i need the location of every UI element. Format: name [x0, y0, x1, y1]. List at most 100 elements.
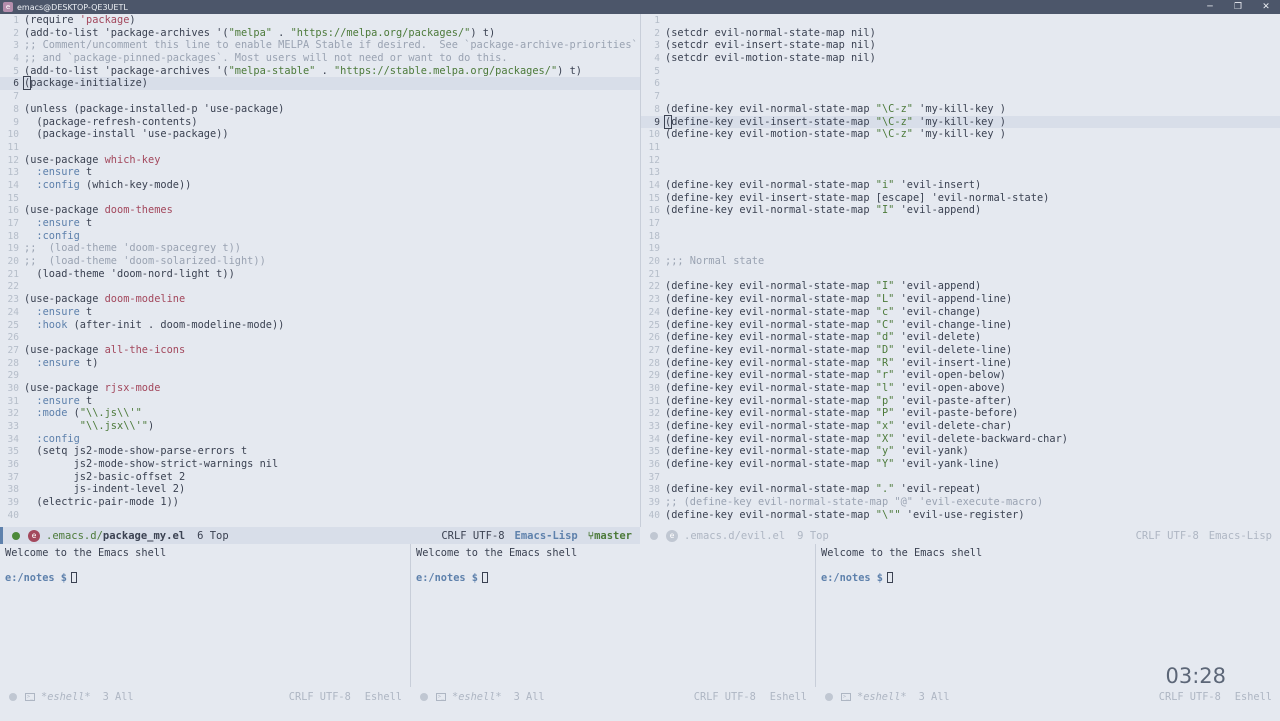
code-line[interactable]: 33 "\\.jsx\\'")	[0, 420, 640, 433]
code-line[interactable]: 15	[0, 192, 640, 205]
code-line[interactable]: 40 (define-key evil-normal-state-map "\""…	[641, 509, 1280, 522]
code-line[interactable]: 35 (define-key evil-normal-state-map "y" …	[641, 445, 1280, 458]
code-line[interactable]: 37 js2-basic-offset 2	[0, 471, 640, 484]
buffer-name[interactable]: evil.el	[741, 530, 785, 542]
encoding[interactable]: CRLF UTF-8	[1159, 691, 1221, 703]
code-line[interactable]: 23 (define-key evil-normal-state-map "L" …	[641, 293, 1280, 306]
close-icon[interactable]: ✕	[1252, 0, 1280, 14]
major-mode[interactable]: Eshell	[1235, 691, 1272, 703]
code-line[interactable]: 13	[641, 166, 1280, 179]
code-line[interactable]: 11	[0, 141, 640, 154]
code-line[interactable]: 37	[641, 471, 1280, 484]
code-line[interactable]: 2 (add-to-list 'package-archives '("melpa…	[0, 27, 640, 40]
code-line[interactable]: 26	[0, 331, 640, 344]
major-mode[interactable]: Eshell	[770, 691, 807, 703]
code-line[interactable]: 21	[641, 268, 1280, 281]
shell-prompt-line[interactable]: e:/notes $	[416, 572, 810, 585]
code-line[interactable]: 5 (add-to-list 'package-archives '("melpa…	[0, 65, 640, 78]
code-line[interactable]: 28 :ensure t)	[0, 357, 640, 370]
eshell-pane-1[interactable]: Welcome to the Emacs shell e:/notes $	[0, 544, 410, 687]
code-line[interactable]: 35 (setq js2-mode-show-parse-errors t	[0, 445, 640, 458]
code-line[interactable]: 25 (define-key evil-normal-state-map "C" …	[641, 319, 1280, 332]
code-line[interactable]: 34 (define-key evil-normal-state-map "X" …	[641, 433, 1280, 446]
code-line[interactable]: 1	[641, 14, 1280, 27]
code-line[interactable]: 4;; and `package-pinned-packages`. Most …	[0, 52, 640, 65]
code-line[interactable]: 36 (define-key evil-normal-state-map "Y" …	[641, 458, 1280, 471]
encoding[interactable]: CRLF UTF-8	[1136, 530, 1199, 542]
shell-prompt-line[interactable]: e:/notes $	[821, 572, 1275, 585]
code-line[interactable]: 15 (define-key evil-insert-state-map [esc…	[641, 192, 1280, 205]
code-line[interactable]: 24 :ensure t	[0, 306, 640, 319]
code-line[interactable]: 7	[0, 90, 640, 103]
code-line[interactable]: 40	[0, 509, 640, 522]
code-line[interactable]: 23 (use-package doom-modeline	[0, 293, 640, 306]
code-line[interactable]: 17	[641, 217, 1280, 230]
code-line[interactable]: 19;; (load-theme 'doom-spacegrey t))	[0, 242, 640, 255]
code-line[interactable]: 11	[641, 141, 1280, 154]
code-line[interactable]: 38 (define-key evil-normal-state-map "." …	[641, 483, 1280, 496]
code-line[interactable]: 18 :config	[0, 230, 640, 243]
major-mode[interactable]: Emacs-Lisp	[1209, 530, 1272, 542]
code-line[interactable]: 34 :config	[0, 433, 640, 446]
code-line[interactable]: 9 (define-key evil-insert-state-map "\C-z…	[641, 114, 1280, 129]
code-line[interactable]: 22 (define-key evil-normal-state-map "I" …	[641, 280, 1280, 293]
code-line[interactable]: 16 (use-package doom-themes	[0, 204, 640, 217]
buffer-name[interactable]: *eshell*	[41, 691, 91, 703]
code-line[interactable]: 12 (use-package which-key	[0, 154, 640, 167]
code-line[interactable]: 31 (define-key evil-normal-state-map "p" …	[641, 395, 1280, 408]
code-line[interactable]: 22	[0, 280, 640, 293]
code-line[interactable]: 24 (define-key evil-normal-state-map "c" …	[641, 306, 1280, 319]
buffer-name[interactable]: *eshell*	[452, 691, 502, 703]
code-line[interactable]: 20;;; Normal state	[641, 255, 1280, 268]
code-line[interactable]: 39;; (define-key evil-normal-state-map "…	[641, 496, 1280, 509]
code-line[interactable]: 25 :hook (after-init . doom-modeline-mod…	[0, 319, 640, 332]
eshell-pane-2[interactable]: Welcome to the Emacs shell e:/notes $	[411, 544, 815, 687]
code-line[interactable]: 6 (package-initialize)	[0, 76, 640, 91]
code-line[interactable]: 21 (load-theme 'doom-nord-light t))	[0, 268, 640, 281]
shell-prompt-line[interactable]: e:/notes $	[5, 572, 405, 585]
code-line[interactable]: 1 (require 'package)	[0, 14, 640, 27]
code-line[interactable]: 27 (use-package all-the-icons	[0, 344, 640, 357]
code-line[interactable]: 29 (define-key evil-normal-state-map "r" …	[641, 369, 1280, 382]
code-line[interactable]: 14 :config (which-key-mode))	[0, 179, 640, 192]
code-line[interactable]: 31 :ensure t	[0, 395, 640, 408]
code-line[interactable]: 7	[641, 90, 1280, 103]
code-line[interactable]: 6	[641, 77, 1280, 90]
code-line[interactable]: 39 (electric-pair-mode 1))	[0, 496, 640, 509]
code-line[interactable]: 2 (setcdr evil-normal-state-map nil)	[641, 27, 1280, 40]
code-line[interactable]: 33 (define-key evil-normal-state-map "x" …	[641, 420, 1280, 433]
code-line[interactable]: 3;; Comment/uncomment this line to enabl…	[0, 39, 640, 52]
buffer-name[interactable]: package_my.el	[103, 530, 185, 542]
editor-pane-left[interactable]: 1 (require 'package) 2 (add-to-list 'packag…	[0, 14, 640, 527]
maximize-icon[interactable]: ❐	[1224, 0, 1252, 14]
code-line[interactable]: 32 :mode ("\\.js\\'"	[0, 407, 640, 420]
code-line[interactable]: 14 (define-key evil-normal-state-map "i" …	[641, 179, 1280, 192]
editor-pane-right[interactable]: 1 2 (setcdr evil-normal-state-map nil) 3 (se…	[641, 14, 1280, 527]
code-line[interactable]: 10 (package-install 'use-package))	[0, 128, 640, 141]
code-line[interactable]: 8 (unless (package-installed-p 'use-packa…	[0, 103, 640, 116]
code-line[interactable]: 12	[641, 154, 1280, 167]
echo-area[interactable]	[0, 705, 1280, 721]
code-line[interactable]: 36 js2-mode-show-strict-warnings nil	[0, 458, 640, 471]
code-line[interactable]: 18	[641, 230, 1280, 243]
encoding[interactable]: CRLF UTF-8	[441, 530, 504, 542]
vcs-branch[interactable]: ⑂master	[588, 530, 632, 542]
code-line[interactable]: 28 (define-key evil-normal-state-map "R" …	[641, 357, 1280, 370]
code-line[interactable]: 19	[641, 242, 1280, 255]
encoding[interactable]: CRLF UTF-8	[289, 691, 351, 703]
code-line[interactable]: 38 js-indent-level 2)	[0, 483, 640, 496]
code-line[interactable]: 3 (setcdr evil-insert-state-map nil)	[641, 39, 1280, 52]
minimize-icon[interactable]: ─	[1196, 0, 1224, 14]
code-line[interactable]: 17 :ensure t	[0, 217, 640, 230]
code-line[interactable]: 13 :ensure t	[0, 166, 640, 179]
major-mode[interactable]: Emacs-Lisp	[515, 530, 578, 542]
code-line[interactable]: 10 (define-key evil-motion-state-map "\C-…	[641, 128, 1280, 141]
code-line[interactable]: 4 (setcdr evil-motion-state-map nil)	[641, 52, 1280, 65]
code-line[interactable]: 26 (define-key evil-normal-state-map "d" …	[641, 331, 1280, 344]
code-line[interactable]: 30 (define-key evil-normal-state-map "l" …	[641, 382, 1280, 395]
code-line[interactable]: 29	[0, 369, 640, 382]
code-line[interactable]: 9 (package-refresh-contents)	[0, 116, 640, 129]
code-line[interactable]: 5	[641, 65, 1280, 78]
encoding[interactable]: CRLF UTF-8	[694, 691, 756, 703]
buffer-name[interactable]: *eshell*	[857, 691, 907, 703]
